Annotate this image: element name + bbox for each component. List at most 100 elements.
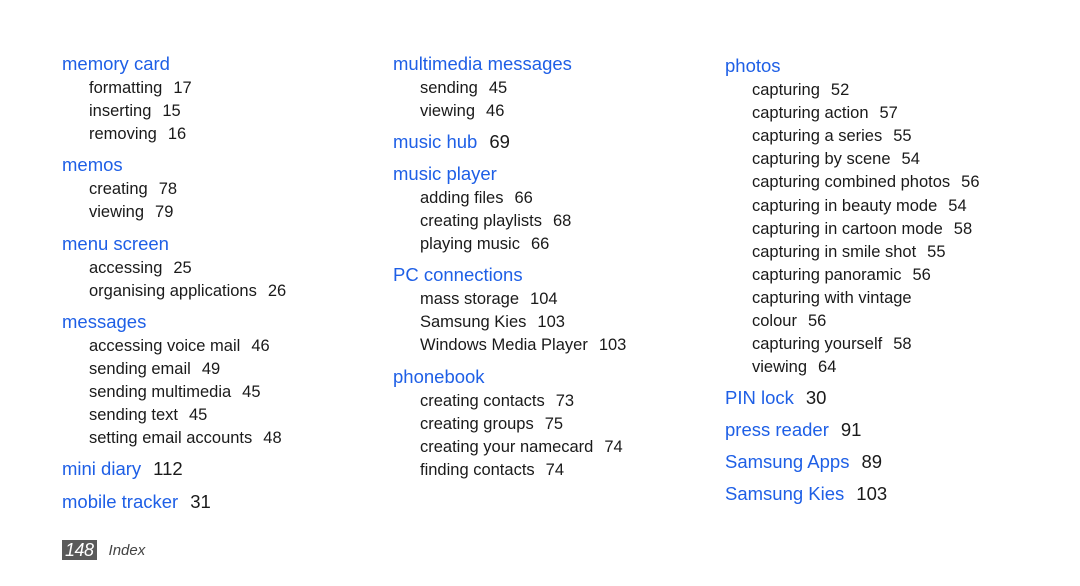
- index-subentry[interactable]: capturing panoramic 56: [752, 264, 931, 286]
- index-subentry[interactable]: viewing 79: [89, 201, 173, 223]
- index-subentry[interactable]: accessing voice mail 46: [89, 335, 270, 357]
- subentry-term: viewing: [420, 102, 476, 121]
- index-term: PIN lock: [725, 387, 794, 408]
- page-reference: 75: [544, 415, 564, 434]
- subentry-term: playing music: [420, 235, 520, 254]
- index-entry[interactable]: phonebook: [393, 366, 485, 388]
- index-entry[interactable]: mini diary 112: [62, 458, 183, 480]
- index-subentry[interactable]: colour 56: [752, 310, 826, 332]
- subentry-term: sending multimedia: [89, 383, 232, 402]
- page-reference: 74: [545, 461, 565, 480]
- subentry-term: capturing panoramic: [752, 265, 902, 284]
- index-subentry[interactable]: viewing 46: [420, 100, 504, 122]
- index-subentry[interactable]: capturing with vintage: [752, 287, 912, 309]
- index-subentry[interactable]: creating groups 75: [420, 413, 563, 435]
- subentry-term: formatting: [89, 79, 163, 97]
- index-term: menu screen: [62, 233, 169, 254]
- page-reference: 79: [155, 203, 174, 222]
- index-subentry[interactable]: inserting 15: [89, 100, 181, 122]
- page-reference: 91: [840, 419, 862, 440]
- subentry-term: capturing in cartoon mode: [752, 219, 943, 238]
- index-term: Samsung Apps: [725, 451, 850, 472]
- index-term: Samsung Kies: [725, 483, 845, 504]
- index-subentry[interactable]: playing music 66: [420, 233, 549, 255]
- index-subentry[interactable]: capturing 52: [752, 79, 849, 101]
- index-entry[interactable]: mobile tracker 31: [62, 491, 211, 513]
- index-subentry[interactable]: sending text 45: [89, 404, 207, 426]
- index-subentry[interactable]: adding files 66: [420, 187, 533, 209]
- page-reference: 103: [537, 313, 565, 332]
- subentry-term: inserting: [89, 102, 152, 121]
- index-subentry[interactable]: capturing in smile shot 55: [752, 241, 946, 263]
- index-subentry[interactable]: viewing 64: [752, 356, 836, 378]
- index-subentry[interactable]: capturing action 57: [752, 102, 898, 124]
- index-entry[interactable]: PC connections: [393, 264, 523, 286]
- index-term: messages: [62, 311, 147, 332]
- index-entry[interactable]: press reader 91: [725, 419, 861, 441]
- index-subentry[interactable]: creating playlists 68: [420, 210, 571, 232]
- subentry-term: sending: [420, 79, 478, 97]
- page-reference: 54: [901, 150, 920, 169]
- subentry-term: viewing: [89, 203, 145, 222]
- index-subentry[interactable]: setting email accounts 48: [89, 427, 282, 449]
- page-reference: 17: [173, 79, 192, 97]
- index-subentry[interactable]: creating 78: [89, 178, 177, 200]
- index-subentry[interactable]: sending email 49: [89, 358, 220, 380]
- index-entry[interactable]: memos: [62, 154, 123, 176]
- index-subentry[interactable]: capturing combined photos 56: [752, 171, 980, 193]
- index-subentry[interactable]: sending multimedia 45: [89, 381, 261, 403]
- page-reference: 57: [879, 104, 898, 123]
- index-subentry[interactable]: capturing in beauty mode 54: [752, 195, 967, 217]
- subentry-term: removing: [89, 125, 157, 144]
- index-subentry[interactable]: creating your namecard 74: [420, 436, 623, 458]
- index-subentry[interactable]: capturing a series 55: [752, 125, 912, 147]
- index-subentry[interactable]: sending 45: [420, 77, 507, 99]
- index-term: memory card: [62, 53, 170, 74]
- subentry-term: capturing with vintage: [752, 288, 912, 307]
- index-subentry[interactable]: capturing in cartoon mode 58: [752, 218, 972, 240]
- page-reference: 56: [912, 265, 931, 284]
- index-subentry[interactable]: accessing 25: [89, 257, 192, 279]
- subentry-term: accessing: [89, 259, 163, 277]
- index-subentry[interactable]: capturing by scene 54: [752, 148, 920, 170]
- index-subentry[interactable]: capturing yourself 58: [752, 333, 912, 355]
- index-subentry[interactable]: formatting 17: [89, 77, 192, 99]
- subentry-term: sending email: [89, 360, 191, 379]
- index-entry[interactable]: multimedia messages: [393, 53, 572, 75]
- index-term: press reader: [725, 419, 829, 440]
- index-subentry[interactable]: organising applications 26: [89, 280, 286, 302]
- index-entry[interactable]: menu screen: [62, 233, 169, 255]
- index-entry[interactable]: messages: [62, 311, 146, 333]
- index-entry[interactable]: PIN lock 30: [725, 387, 826, 409]
- index-term: mobile tracker: [62, 491, 179, 512]
- index-subentry[interactable]: removing 16: [89, 123, 186, 145]
- subentry-term: capturing action: [752, 104, 869, 123]
- subentry-term: sending text: [89, 406, 178, 425]
- subentry-term: creating groups: [420, 415, 534, 434]
- index-subentry[interactable]: creating contacts 73: [420, 390, 574, 412]
- index-entry[interactable]: Samsung Apps 89: [725, 451, 882, 473]
- subentry-term: capturing a series: [752, 127, 883, 146]
- page-reference: 78: [158, 180, 178, 198]
- page-reference: 26: [267, 282, 287, 301]
- index-subentry[interactable]: finding contacts 74: [420, 459, 564, 481]
- index-entry[interactable]: music player: [393, 163, 497, 185]
- index-subentry[interactable]: Samsung Kies 103: [420, 311, 565, 333]
- index-term: photos: [725, 55, 781, 76]
- subentry-term: Windows Media Player: [420, 336, 588, 355]
- page-reference: 68: [552, 212, 572, 231]
- subentry-term: finding contacts: [420, 461, 535, 480]
- index-term: PC connections: [393, 264, 523, 285]
- index-entry[interactable]: memory card: [62, 53, 170, 75]
- page-reference: 112: [153, 458, 183, 479]
- page-reference: 45: [242, 383, 261, 402]
- index-subentry[interactable]: mass storage 104: [420, 288, 558, 310]
- section-label: Index: [108, 541, 146, 559]
- index-entry[interactable]: Samsung Kies 103: [725, 483, 887, 505]
- index-term: memos: [62, 154, 123, 175]
- index-entry[interactable]: photos: [725, 55, 781, 77]
- index-entry[interactable]: music hub 69: [393, 131, 510, 153]
- page-reference: 103: [856, 483, 888, 504]
- index-subentry[interactable]: Windows Media Player 103: [420, 334, 626, 356]
- subentry-term: capturing by scene: [752, 150, 891, 169]
